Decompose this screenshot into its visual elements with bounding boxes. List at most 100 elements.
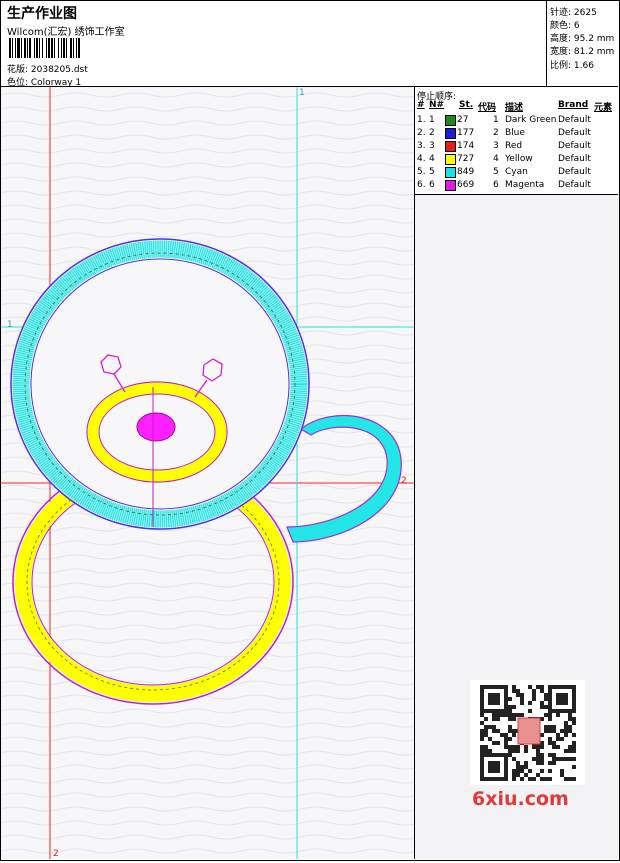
qr-module bbox=[568, 729, 572, 733]
qr-module bbox=[572, 749, 576, 753]
qr-module bbox=[508, 717, 512, 721]
qr-module bbox=[528, 701, 532, 705]
qr-module bbox=[544, 777, 548, 781]
table-row: 3. 3 174 3 Red Default bbox=[415, 141, 618, 154]
qr-module bbox=[532, 693, 536, 697]
studio-name: Wilcom(汇宏) 绣饰工作室 bbox=[7, 27, 125, 38]
qr-module bbox=[540, 745, 544, 749]
barcode bbox=[9, 38, 141, 58]
qr-module bbox=[552, 729, 556, 733]
cell-desc: Magenta bbox=[505, 180, 545, 190]
qr-module bbox=[516, 713, 520, 717]
qr-module bbox=[524, 761, 528, 765]
cell-n: 3 bbox=[429, 141, 435, 151]
qr-module bbox=[512, 745, 516, 749]
qr-module bbox=[548, 769, 552, 773]
qr-module bbox=[512, 733, 516, 737]
design-width: 宽度: 81.2 mm bbox=[550, 47, 615, 57]
cell-brand: Default bbox=[558, 128, 591, 138]
qr-module bbox=[548, 741, 552, 745]
qr-module bbox=[520, 693, 524, 697]
cell-desc: Blue bbox=[505, 128, 525, 138]
qr-module bbox=[512, 689, 516, 693]
qr-module bbox=[568, 717, 572, 721]
qr-module bbox=[508, 729, 512, 733]
cell-st: 849 bbox=[457, 167, 475, 177]
qr-module bbox=[516, 765, 520, 769]
qr-module bbox=[492, 741, 496, 745]
color-count: 颜色: 6 bbox=[550, 21, 580, 31]
col-st: St. bbox=[459, 100, 474, 110]
qr-module bbox=[532, 697, 536, 701]
design-file-label: 花版: 2038205.dst bbox=[7, 65, 88, 75]
barcode-bar bbox=[80, 38, 81, 58]
design-scale: 比例: 1.66 bbox=[550, 61, 594, 71]
qr-module bbox=[536, 757, 540, 761]
qr-module bbox=[520, 769, 524, 773]
qr-module bbox=[552, 741, 556, 745]
watermark-site: 6xiu.com bbox=[472, 788, 569, 810]
qr-module bbox=[560, 757, 564, 761]
qr-module bbox=[544, 693, 548, 697]
cell-n: 2 bbox=[429, 128, 435, 138]
qr-module bbox=[488, 725, 492, 729]
color-swatch bbox=[445, 167, 456, 178]
qr-module bbox=[540, 717, 544, 721]
cell-num: 3. bbox=[417, 141, 426, 151]
cell-brand: Default bbox=[558, 154, 591, 164]
col-desc: 描述 bbox=[505, 103, 524, 113]
qr-module bbox=[528, 769, 532, 773]
qr-module bbox=[572, 777, 576, 781]
col-num: # bbox=[417, 100, 425, 110]
qr-module bbox=[512, 685, 516, 689]
qr-module bbox=[520, 777, 524, 781]
qr-module bbox=[552, 761, 556, 765]
col-n: N# bbox=[429, 100, 445, 110]
qr-module bbox=[540, 705, 544, 709]
qr-module bbox=[528, 709, 532, 713]
qr-module bbox=[480, 713, 484, 717]
qr-module bbox=[564, 757, 568, 761]
color-swatch bbox=[445, 128, 456, 139]
cell-st: 669 bbox=[457, 180, 475, 190]
qr-module bbox=[504, 737, 508, 741]
qr-module bbox=[572, 717, 576, 721]
qr-module bbox=[536, 773, 540, 777]
cell-desc: Yellow bbox=[505, 154, 533, 164]
design-height: 高度: 95.2 mm bbox=[550, 34, 615, 44]
qr-module bbox=[496, 713, 500, 717]
qr-module bbox=[564, 733, 568, 737]
qr-module bbox=[508, 749, 512, 753]
qr-module bbox=[512, 729, 516, 733]
qr-module bbox=[568, 757, 572, 761]
qr-module bbox=[524, 749, 528, 753]
qr-module bbox=[504, 713, 508, 717]
qr-module bbox=[552, 745, 556, 749]
qr-module bbox=[520, 697, 524, 701]
qr-module bbox=[488, 749, 492, 753]
qr-module bbox=[512, 717, 516, 721]
qr-module bbox=[512, 757, 516, 761]
qr-module bbox=[528, 777, 532, 781]
qr-module bbox=[492, 725, 496, 729]
qr-module bbox=[548, 737, 552, 741]
qr-module bbox=[508, 753, 512, 757]
qr-module bbox=[572, 741, 576, 745]
cell-st: 177 bbox=[457, 128, 475, 138]
qr-module bbox=[484, 745, 488, 749]
qr-module bbox=[532, 757, 536, 761]
cell-num: 1. bbox=[417, 115, 426, 125]
cell-num: 4. bbox=[417, 154, 426, 164]
cell-num: 2. bbox=[417, 128, 426, 138]
qr-module bbox=[548, 761, 552, 765]
qr-module bbox=[572, 721, 576, 725]
qr-code bbox=[470, 680, 585, 785]
qr-module bbox=[516, 693, 520, 697]
qr-module bbox=[556, 713, 560, 717]
qr-module bbox=[564, 729, 568, 733]
qr-module bbox=[520, 765, 524, 769]
qr-module bbox=[508, 713, 512, 717]
stop-sequence-table: 停止顺序: # N# St. 代码 描述 Brand 元素 1. 1 27 1 Dark… bbox=[415, 87, 618, 195]
qr-module bbox=[564, 725, 568, 729]
cell-code: 6 bbox=[493, 180, 499, 190]
